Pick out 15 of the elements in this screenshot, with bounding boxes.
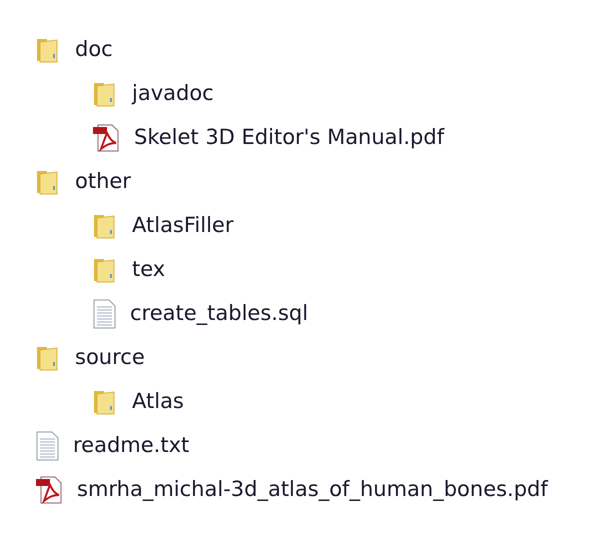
tree-item-label[interactable]: readme.txt (73, 430, 190, 462)
tree-item-label[interactable]: doc (75, 34, 113, 66)
pdf-file-icon (92, 123, 120, 153)
tree-item-label[interactable]: smrha_michal-3d_atlas_of_human_bones.pdf (77, 474, 548, 506)
tree-item-label[interactable]: other (75, 166, 131, 198)
tree-item-label[interactable]: AtlasFiller (132, 210, 234, 242)
tree-item-label[interactable]: Atlas (132, 386, 184, 418)
text-file-icon (92, 299, 116, 329)
pdf-file-icon (35, 475, 63, 505)
tree-item-label[interactable]: source (75, 342, 145, 374)
tree-item-label[interactable]: create_tables.sql (130, 298, 308, 330)
text-file-icon (35, 431, 59, 461)
tree-item-label[interactable]: javadoc (132, 78, 214, 110)
tree-item-label[interactable]: tex (132, 254, 166, 286)
tree-item-label[interactable]: Skelet 3D Editor's Manual.pdf (134, 122, 444, 154)
